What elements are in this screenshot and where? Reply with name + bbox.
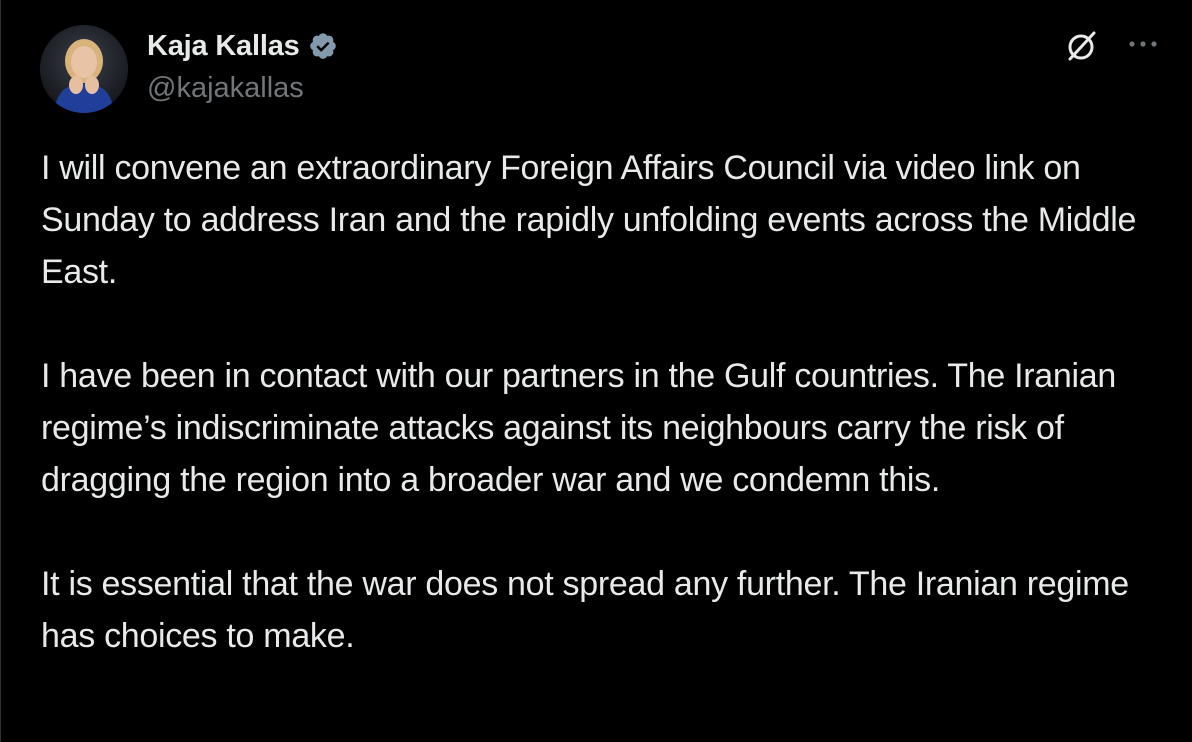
- tweet-card[interactable]: Kaja Kallas @kajakallas I will convene a…: [0, 0, 1192, 742]
- grok-icon[interactable]: [1064, 28, 1100, 64]
- author-name-row[interactable]: Kaja Kallas: [147, 28, 338, 64]
- tweet-paragraph: It is essential that the war does not sp…: [41, 565, 1129, 655]
- author-handle[interactable]: @kajakallas: [147, 72, 304, 105]
- avatar[interactable]: [40, 25, 128, 113]
- author-display-name[interactable]: Kaja Kallas: [147, 30, 300, 63]
- tweet-body: I will convene an extraordinary Foreign …: [41, 142, 1171, 662]
- tweet-paragraph: I will convene an extraordinary Foreign …: [41, 149, 1137, 291]
- more-options-icon[interactable]: [1125, 34, 1161, 54]
- tweet-paragraph: I have been in contact with our partners…: [41, 357, 1116, 499]
- verified-badge-icon[interactable]: [308, 31, 338, 61]
- profile-photo-icon: [40, 25, 128, 113]
